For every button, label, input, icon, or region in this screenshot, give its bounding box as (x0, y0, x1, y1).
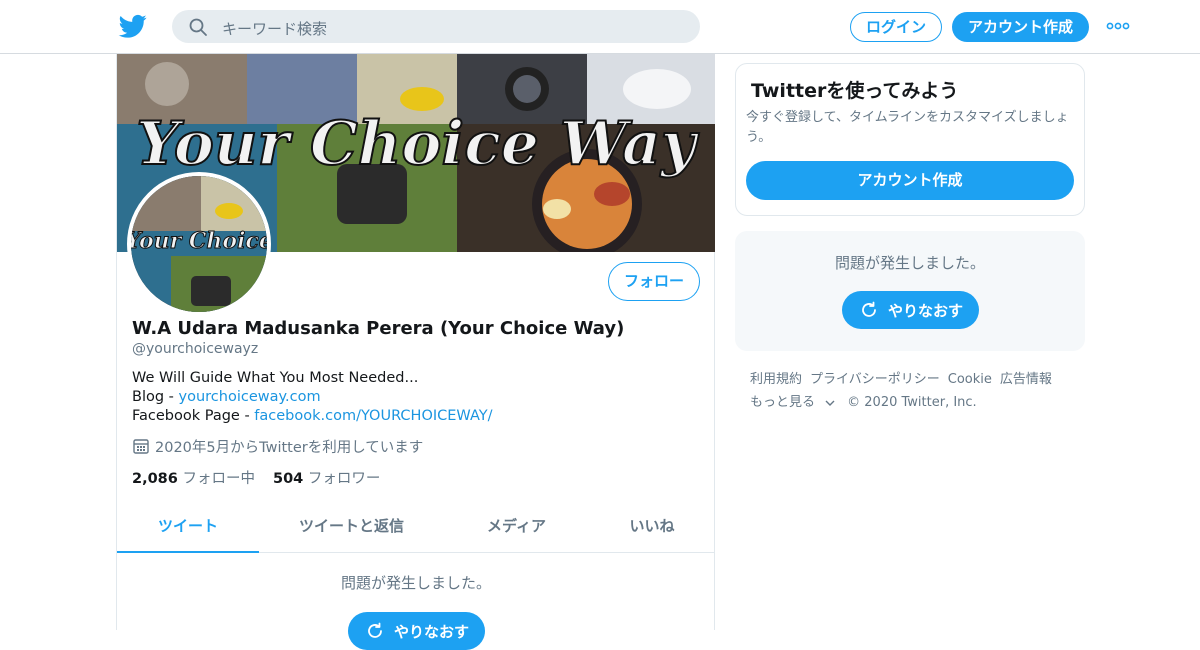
tab-media[interactable]: メディア (444, 504, 589, 553)
followers-stat[interactable]: 504 フォロワー (273, 471, 380, 487)
timeline-error-message: 問題が発生しました。 (340, 574, 491, 592)
sidebar-error-card: 問題が発生しました。 やりなおす (735, 231, 1085, 351)
footer-link-ads[interactable]: 広告情報 (1000, 372, 1052, 387)
profile-tabs: ツイート ツイートと返信 メディア いいね (117, 504, 715, 553)
profile-avatar[interactable]: Your Choice (127, 172, 271, 316)
footer-links-row: 利用規約 プライバシーポリシー Cookie 広告情報 (750, 368, 1080, 391)
bio-blog-line: Blog - yourchoiceway.com (132, 388, 493, 407)
following-stat[interactable]: 2,086 フォロー中 (132, 471, 255, 487)
footer-more-label: もっと見る (750, 395, 816, 410)
joined-text: 2020年5月からTwitterを利用しています (155, 440, 424, 456)
follow-counts: 2,086 フォロー中 504 フォロワー (132, 467, 380, 488)
following-label: フォロー中 (182, 471, 255, 487)
follow-button[interactable]: フォロー (608, 262, 700, 301)
search-placeholder: キーワード検索 (222, 20, 328, 38)
joined-date: 2020年5月からTwitterを利用しています (132, 436, 423, 457)
retry-label: やりなおす (888, 302, 964, 320)
signup-card-title: Twitterを使ってみよう (751, 80, 959, 102)
footer-copyright: © 2020 Twitter, Inc. (847, 395, 977, 410)
signup-button[interactable]: アカウント作成 (952, 12, 1089, 42)
tab-likes[interactable]: いいね (589, 504, 715, 553)
profile-column: Your Choice Way Your Choice フォロー W.A Uda… (116, 54, 715, 650)
profile-handle[interactable]: @yourchoicewayz (132, 341, 258, 357)
sidebar-error-message: 問題が発生しました。 (834, 254, 985, 272)
calendar-icon (133, 439, 149, 454)
profile-name: W.A Udara Madusanka Perera (Your Choice … (132, 318, 625, 339)
signup-card-description: 今すぐ登録して、タイムラインをカスタマイズしましょう。 (746, 110, 1069, 145)
footer-link-cookie[interactable]: Cookie (948, 372, 992, 387)
blog-link[interactable]: yourchoiceway.com (179, 389, 321, 405)
bio-facebook-prefix: Facebook Page - (132, 408, 255, 424)
followers-count: 504 (272, 471, 304, 487)
footer-second-row: もっと見る © 2020 Twitter, Inc. (750, 391, 1080, 414)
tab-tweets[interactable]: ツイート (117, 504, 259, 553)
footer-link-privacy[interactable]: プライバシーポリシー (810, 372, 940, 387)
login-button[interactable]: ログイン (850, 12, 942, 42)
footer-link-terms[interactable]: 利用規約 (750, 372, 802, 387)
sidebar-retry-button[interactable]: やりなおす (842, 291, 979, 329)
chevron-down-icon (825, 400, 835, 406)
timeline-retry-button[interactable]: やりなおす (348, 612, 485, 650)
twitter-bird-icon[interactable] (118, 12, 148, 40)
retry-label: やりなおす (394, 623, 470, 641)
refresh-icon (368, 622, 382, 638)
footer-more-button[interactable]: もっと見る (750, 395, 835, 410)
search-icon (189, 18, 207, 36)
bio-blog-prefix: Blog - (132, 389, 179, 405)
search-box[interactable]: キーワード検索 (172, 10, 700, 43)
avatar-text: Your Choice (127, 228, 271, 254)
sidebar-footer: 利用規約 プライバシーポリシー Cookie 広告情報 もっと見る © 2020 Tw… (750, 368, 1080, 414)
banner-title-text: Your Choice Way (136, 109, 700, 179)
followers-label: フォロワー (307, 471, 381, 487)
bio-line: We Will Guide What You Most Needed... (132, 370, 419, 386)
more-options-icon[interactable] (1106, 22, 1130, 30)
signup-card: Twitterを使ってみよう 今すぐ登録して、タイムラインをカスタマイズしましょ… (735, 63, 1085, 216)
tab-tweets-and-replies[interactable]: ツイートと返信 (259, 504, 444, 553)
following-count: 2,086 (132, 471, 178, 487)
bio-facebook-line: Facebook Page - facebook.com/YOURCHOICEW… (132, 407, 493, 426)
refresh-icon (862, 301, 876, 317)
signup-card-button[interactable]: アカウント作成 (746, 161, 1074, 200)
facebook-link[interactable]: facebook.com/YOURCHOICEWAY/ (254, 408, 492, 424)
profile-bio: We Will Guide What You Most Needed... Bl… (132, 369, 493, 426)
top-navigation-bar: キーワード検索 ログイン アカウント作成 (0, 0, 1200, 54)
